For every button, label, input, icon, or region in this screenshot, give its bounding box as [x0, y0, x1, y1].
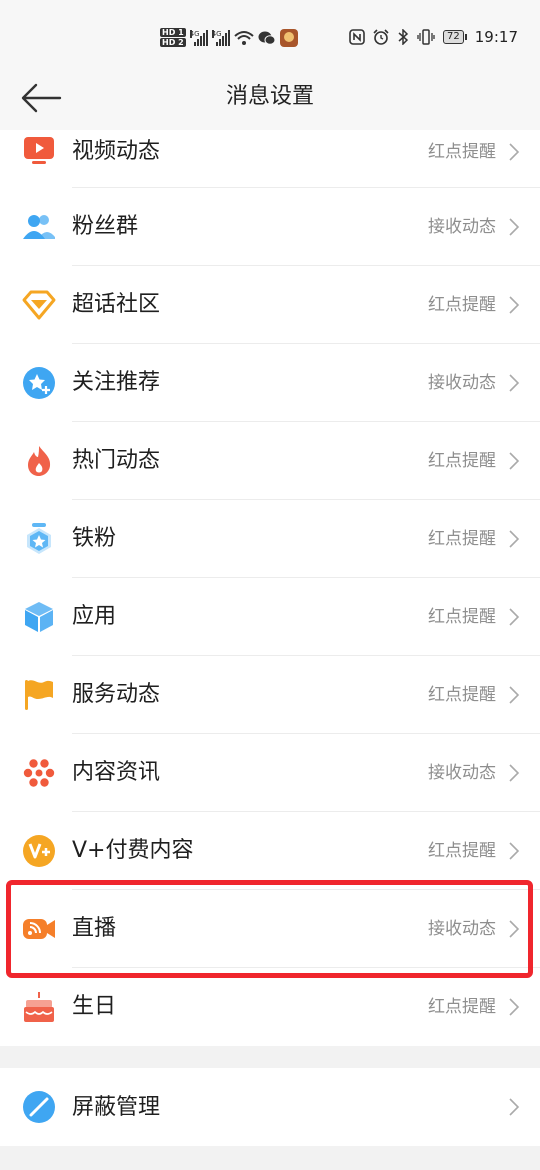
settings-row-status: 接收动态: [428, 373, 496, 393]
block-manage-label: 屏蔽管理: [72, 1095, 161, 1120]
battery-level: 72: [443, 30, 464, 44]
block-icon: [22, 1090, 56, 1124]
settings-row[interactable]: 应用 红点提醒: [0, 578, 540, 656]
settings-row-label: 服务动态: [72, 682, 161, 707]
chevron-right-icon: [509, 143, 520, 161]
chevron-right-icon: [509, 530, 520, 548]
hd2-badge: HD 2: [160, 38, 186, 47]
settings-row-status: 接收动态: [428, 217, 496, 237]
wechat-icon: [258, 31, 276, 45]
page-title: 消息设置: [225, 84, 314, 109]
chevron-right-icon: [509, 1098, 520, 1116]
settings-row-status: 红点提醒: [428, 142, 496, 162]
settings-row[interactable]: V+付费内容 红点提醒: [0, 812, 540, 890]
flag-icon: [22, 678, 56, 712]
video-icon: [22, 133, 56, 167]
settings-row-label: 粉丝群: [72, 214, 139, 239]
settings-row[interactable]: 粉丝群 接收动态: [0, 188, 540, 266]
settings-row[interactable]: 热门动态 红点提醒: [0, 422, 540, 500]
settings-row[interactable]: 关注推荐 接收动态: [0, 344, 540, 422]
settings-row[interactable]: 服务动态 红点提醒: [0, 656, 540, 734]
cake-icon: [22, 990, 56, 1024]
vibrate-icon: [417, 29, 435, 45]
settings-row-label: V+付费内容: [72, 838, 194, 863]
battery-icon: 72: [443, 30, 467, 44]
chevron-right-icon: [509, 686, 520, 704]
signal-2-icon: 4G: [211, 29, 230, 46]
settings-row-status: 红点提醒: [428, 997, 496, 1017]
settings-row-label: 热门动态: [72, 448, 161, 473]
chevron-right-icon: [509, 608, 520, 626]
game-app-icon: [279, 28, 298, 47]
status-left: HD 1 HD 2 4G 4G: [160, 28, 298, 47]
settings-row[interactable]: 内容资讯 接收动态: [0, 734, 540, 812]
hd-badges: HD 1 HD 2: [160, 28, 186, 47]
clock: 19:17: [474, 28, 518, 46]
settings-row-label: 视频动态: [72, 139, 161, 164]
settings-row-label: 关注推荐: [72, 370, 161, 395]
settings-row-status: 红点提醒: [428, 295, 496, 315]
block-section: 屏蔽管理: [0, 1068, 540, 1146]
settings-row[interactable]: 铁粉 红点提醒: [0, 500, 540, 578]
bluetooth-icon: [398, 29, 409, 45]
hd1-badge: HD 1: [160, 28, 186, 37]
chevron-right-icon: [509, 764, 520, 782]
block-manage-row[interactable]: 屏蔽管理: [0, 1068, 540, 1146]
star-plus-icon: [22, 366, 56, 400]
settings-row-status: 红点提醒: [428, 607, 496, 627]
settings-row-status: 红点提醒: [428, 451, 496, 471]
settings-row-label: 生日: [72, 994, 117, 1019]
chevron-right-icon: [509, 374, 520, 392]
title-bar: 消息设置: [0, 80, 540, 131]
fans-group-icon: [22, 210, 56, 244]
signal-1-icon: 4G: [189, 29, 208, 46]
settings-row-label: 超话社区: [72, 292, 161, 317]
cube-icon: [22, 600, 56, 634]
wifi-icon: [234, 30, 254, 45]
nfc-icon: [349, 29, 365, 45]
flower-icon: [22, 756, 56, 790]
medal-icon: [22, 522, 56, 556]
settings-row-status: 红点提醒: [428, 685, 496, 705]
highlight-box-live: [6, 880, 533, 978]
settings-row-label: 应用: [72, 604, 117, 629]
chevron-right-icon: [509, 452, 520, 470]
status-right: 72 19:17: [349, 28, 518, 46]
section-gap: [0, 1046, 540, 1068]
settings-row[interactable]: 视频动态 红点提醒: [0, 130, 540, 188]
vplus-icon: [22, 834, 56, 868]
status-bar: HD 1 HD 2 4G 4G 72 19:17: [0, 0, 540, 80]
settings-row-label: 内容资讯: [72, 760, 161, 785]
settings-row[interactable]: 超话社区 红点提醒: [0, 266, 540, 344]
alarm-icon: [373, 29, 389, 45]
diamond-icon: [22, 288, 56, 322]
chevron-right-icon: [509, 998, 520, 1016]
settings-row-status: 红点提醒: [428, 841, 496, 861]
chevron-right-icon: [509, 296, 520, 314]
settings-row[interactable]: 生日 红点提醒: [0, 968, 540, 1046]
chevron-right-icon: [509, 218, 520, 236]
settings-row-status: 接收动态: [428, 763, 496, 783]
flame-icon: [22, 444, 56, 478]
chevron-right-icon: [509, 842, 520, 860]
settings-row-label: 铁粉: [72, 526, 117, 551]
settings-row-status: 红点提醒: [428, 529, 496, 549]
